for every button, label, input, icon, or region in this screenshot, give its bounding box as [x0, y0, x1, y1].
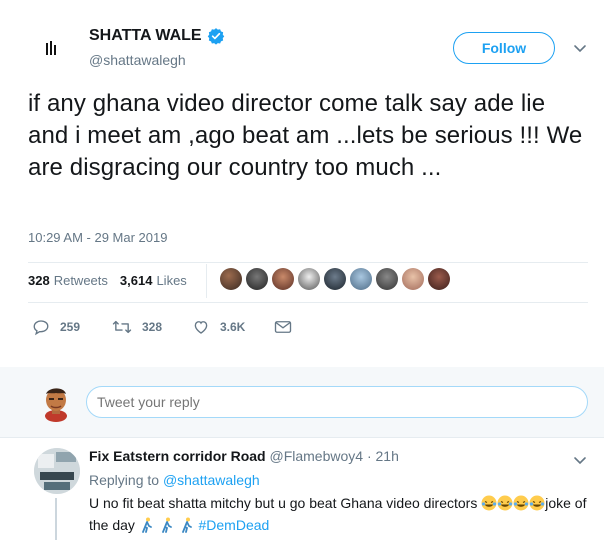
walking-person-emoji-icon [141, 517, 152, 533]
author-name-row[interactable]: SHATTA WALE [89, 27, 225, 45]
stats-divider [206, 264, 207, 298]
retweets-label[interactable]: Retweets [54, 273, 108, 288]
liker-avatar[interactable] [324, 268, 346, 290]
liker-avatar[interactable] [246, 268, 268, 290]
tweet-timestamp[interactable]: 10:29 AM - 29 Mar 2019 [28, 230, 167, 245]
likes-label[interactable]: Likes [156, 273, 186, 288]
retweet-action[interactable]: 328 [112, 318, 192, 336]
replying-to: Replying to @shattawalegh [89, 472, 260, 488]
retweets-count[interactable]: 328 [28, 273, 50, 288]
chevron-down-icon[interactable] [572, 452, 588, 468]
hashtag-link[interactable]: #DemDead [199, 517, 270, 533]
like-count: 3.6K [220, 320, 246, 334]
author-name[interactable]: SHATTA WALE [89, 27, 202, 45]
author-avatar[interactable] [28, 24, 76, 72]
like-action[interactable]: 3.6K [192, 318, 274, 336]
laughing-tears-emoji-icon [497, 495, 513, 511]
envelope-icon [274, 321, 292, 333]
liker-avatar[interactable] [298, 268, 320, 290]
likers-avatars[interactable] [220, 268, 450, 290]
laughing-tears-emoji-icon [529, 495, 545, 511]
reply-input[interactable] [86, 386, 588, 418]
tweet-stats: 328 Retweets 3,614 Likes [28, 273, 187, 288]
walking-person-emoji-icon [161, 517, 172, 533]
reply-text-part1: U no fit beat shatta mitchy but u go bea… [89, 495, 478, 511]
divider [28, 262, 588, 263]
logo-icon [46, 41, 56, 55]
likes-count[interactable]: 3,614 [120, 273, 153, 288]
reply-icon [33, 320, 49, 336]
reply-count: 259 [60, 320, 81, 334]
follow-button[interactable]: Follow [453, 32, 555, 64]
chevron-down-icon[interactable] [572, 40, 588, 56]
author-handle[interactable]: @shattawalegh [89, 52, 186, 68]
thread-line [55, 498, 57, 540]
liker-avatar[interactable] [376, 268, 398, 290]
divider [0, 437, 604, 438]
tweet-actions: 259 328 3.6K [32, 318, 292, 336]
liker-avatar[interactable] [272, 268, 294, 290]
laughing-tears-emoji-icon [481, 495, 497, 511]
user-avatar-icon[interactable] [38, 380, 74, 422]
laughing-tears-emoji-icon [513, 495, 529, 511]
avatar-image [34, 448, 80, 494]
heart-icon [194, 321, 208, 334]
reply-text: U no fit beat shatta mitchy but u go bea… [89, 492, 589, 536]
divider [28, 302, 588, 303]
liker-avatar[interactable] [428, 268, 450, 290]
replying-to-label: Replying to [89, 472, 160, 488]
liker-avatar[interactable] [220, 268, 242, 290]
reply-author-row[interactable]: Fix Eatstern corridor Road @Flamebwoy4 ·… [89, 448, 399, 464]
reply-age[interactable]: · 21h [367, 448, 399, 464]
verified-badge-icon [207, 28, 224, 45]
reply-author-name[interactable]: Fix Eatstern corridor Road [89, 448, 266, 464]
walking-person-emoji-icon [181, 517, 192, 533]
reply-author-avatar[interactable] [34, 448, 80, 494]
reply-author-handle[interactable]: @Flamebwoy4 [269, 448, 363, 464]
reply-action[interactable]: 259 [32, 318, 112, 336]
message-action[interactable] [274, 319, 292, 335]
liker-avatar[interactable] [402, 268, 424, 290]
replying-to-handle[interactable]: @shattawalegh [163, 472, 260, 488]
liker-avatar[interactable] [350, 268, 372, 290]
retweet-icon [112, 320, 132, 334]
tweet-text: if any ghana video director come talk sa… [28, 90, 583, 181]
retweet-count: 328 [142, 320, 163, 334]
